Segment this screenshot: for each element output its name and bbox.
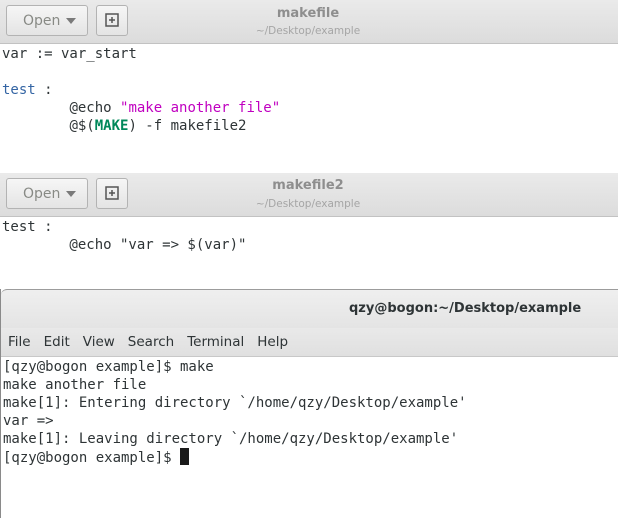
editor-headerbar: Open makefile2 ~/Desktop/example	[0, 173, 618, 217]
text-cursor	[180, 448, 190, 465]
terminal-titlebar[interactable]: qzy@bogon:~/Desktop/example	[1, 289, 618, 328]
code-line: @echo "make another file"	[69, 100, 281, 116]
code-line: test :	[2, 82, 53, 98]
chevron-down-icon	[66, 18, 76, 24]
chevron-down-icon	[66, 191, 76, 197]
window-title: makefile2	[272, 178, 344, 193]
open-button-label: Open	[23, 185, 61, 202]
editor-window-makefile: Open makefile ~/Desktop/example var := v…	[0, 0, 618, 172]
terminal-line: make another file	[3, 377, 147, 393]
menu-terminal[interactable]: Terminal	[187, 334, 244, 350]
text-editor-area[interactable]: test : @echo "var => $(var)"	[2, 218, 616, 254]
open-button[interactable]: Open	[6, 178, 88, 209]
menu-view[interactable]: View	[83, 334, 115, 350]
terminal-prompt: [qzy@bogon example]$	[3, 450, 181, 466]
menu-search[interactable]: Search	[128, 334, 174, 350]
window-title: makefile	[276, 6, 340, 21]
terminal-line: [qzy@bogon example]$ make	[3, 359, 214, 375]
text-editor-area[interactable]: var := var_start​test : @echo "make anot…	[2, 45, 616, 135]
window-subtitle: ~/Desktop/example	[255, 198, 361, 210]
terminal-output[interactable]: [qzy@bogon example]$ make make another fi…	[3, 358, 615, 467]
window-subtitle: ~/Desktop/example	[255, 25, 361, 37]
terminal-line: var =>	[3, 413, 54, 429]
terminal-line: make[1]: Leaving directory `/home/qzy/De…	[3, 431, 459, 447]
terminal-title: qzy@bogon:~/Desktop/example	[349, 301, 582, 316]
new-document-icon	[105, 186, 119, 200]
open-button[interactable]: Open	[6, 5, 88, 36]
code-line: var := var_start	[2, 46, 137, 62]
editor-window-makefile2: Open makefile2 ~/Desktop/example test : …	[0, 173, 618, 293]
menu-file[interactable]: File	[8, 334, 31, 350]
code-line: @$(MAKE) -f makefile2	[69, 118, 247, 134]
terminal-menubar: File Edit View Search Terminal Help	[1, 328, 618, 357]
menu-edit[interactable]: Edit	[44, 334, 70, 350]
terminal-prompt-line: [qzy@bogon example]$	[3, 448, 615, 467]
code-line: test :	[2, 219, 53, 235]
editor-headerbar: Open makefile ~/Desktop/example	[0, 0, 618, 44]
code-line: ​	[2, 63, 616, 81]
code-line: @echo "var => $(var)"	[2, 237, 247, 253]
terminal-line: make[1]: Entering directory `/home/qzy/D…	[3, 395, 467, 411]
new-document-icon	[105, 13, 119, 27]
open-button-label: Open	[23, 12, 61, 29]
terminal-window: qzy@bogon:~/Desktop/example File Edit Vi…	[0, 289, 618, 518]
menu-help[interactable]: Help	[257, 334, 288, 350]
